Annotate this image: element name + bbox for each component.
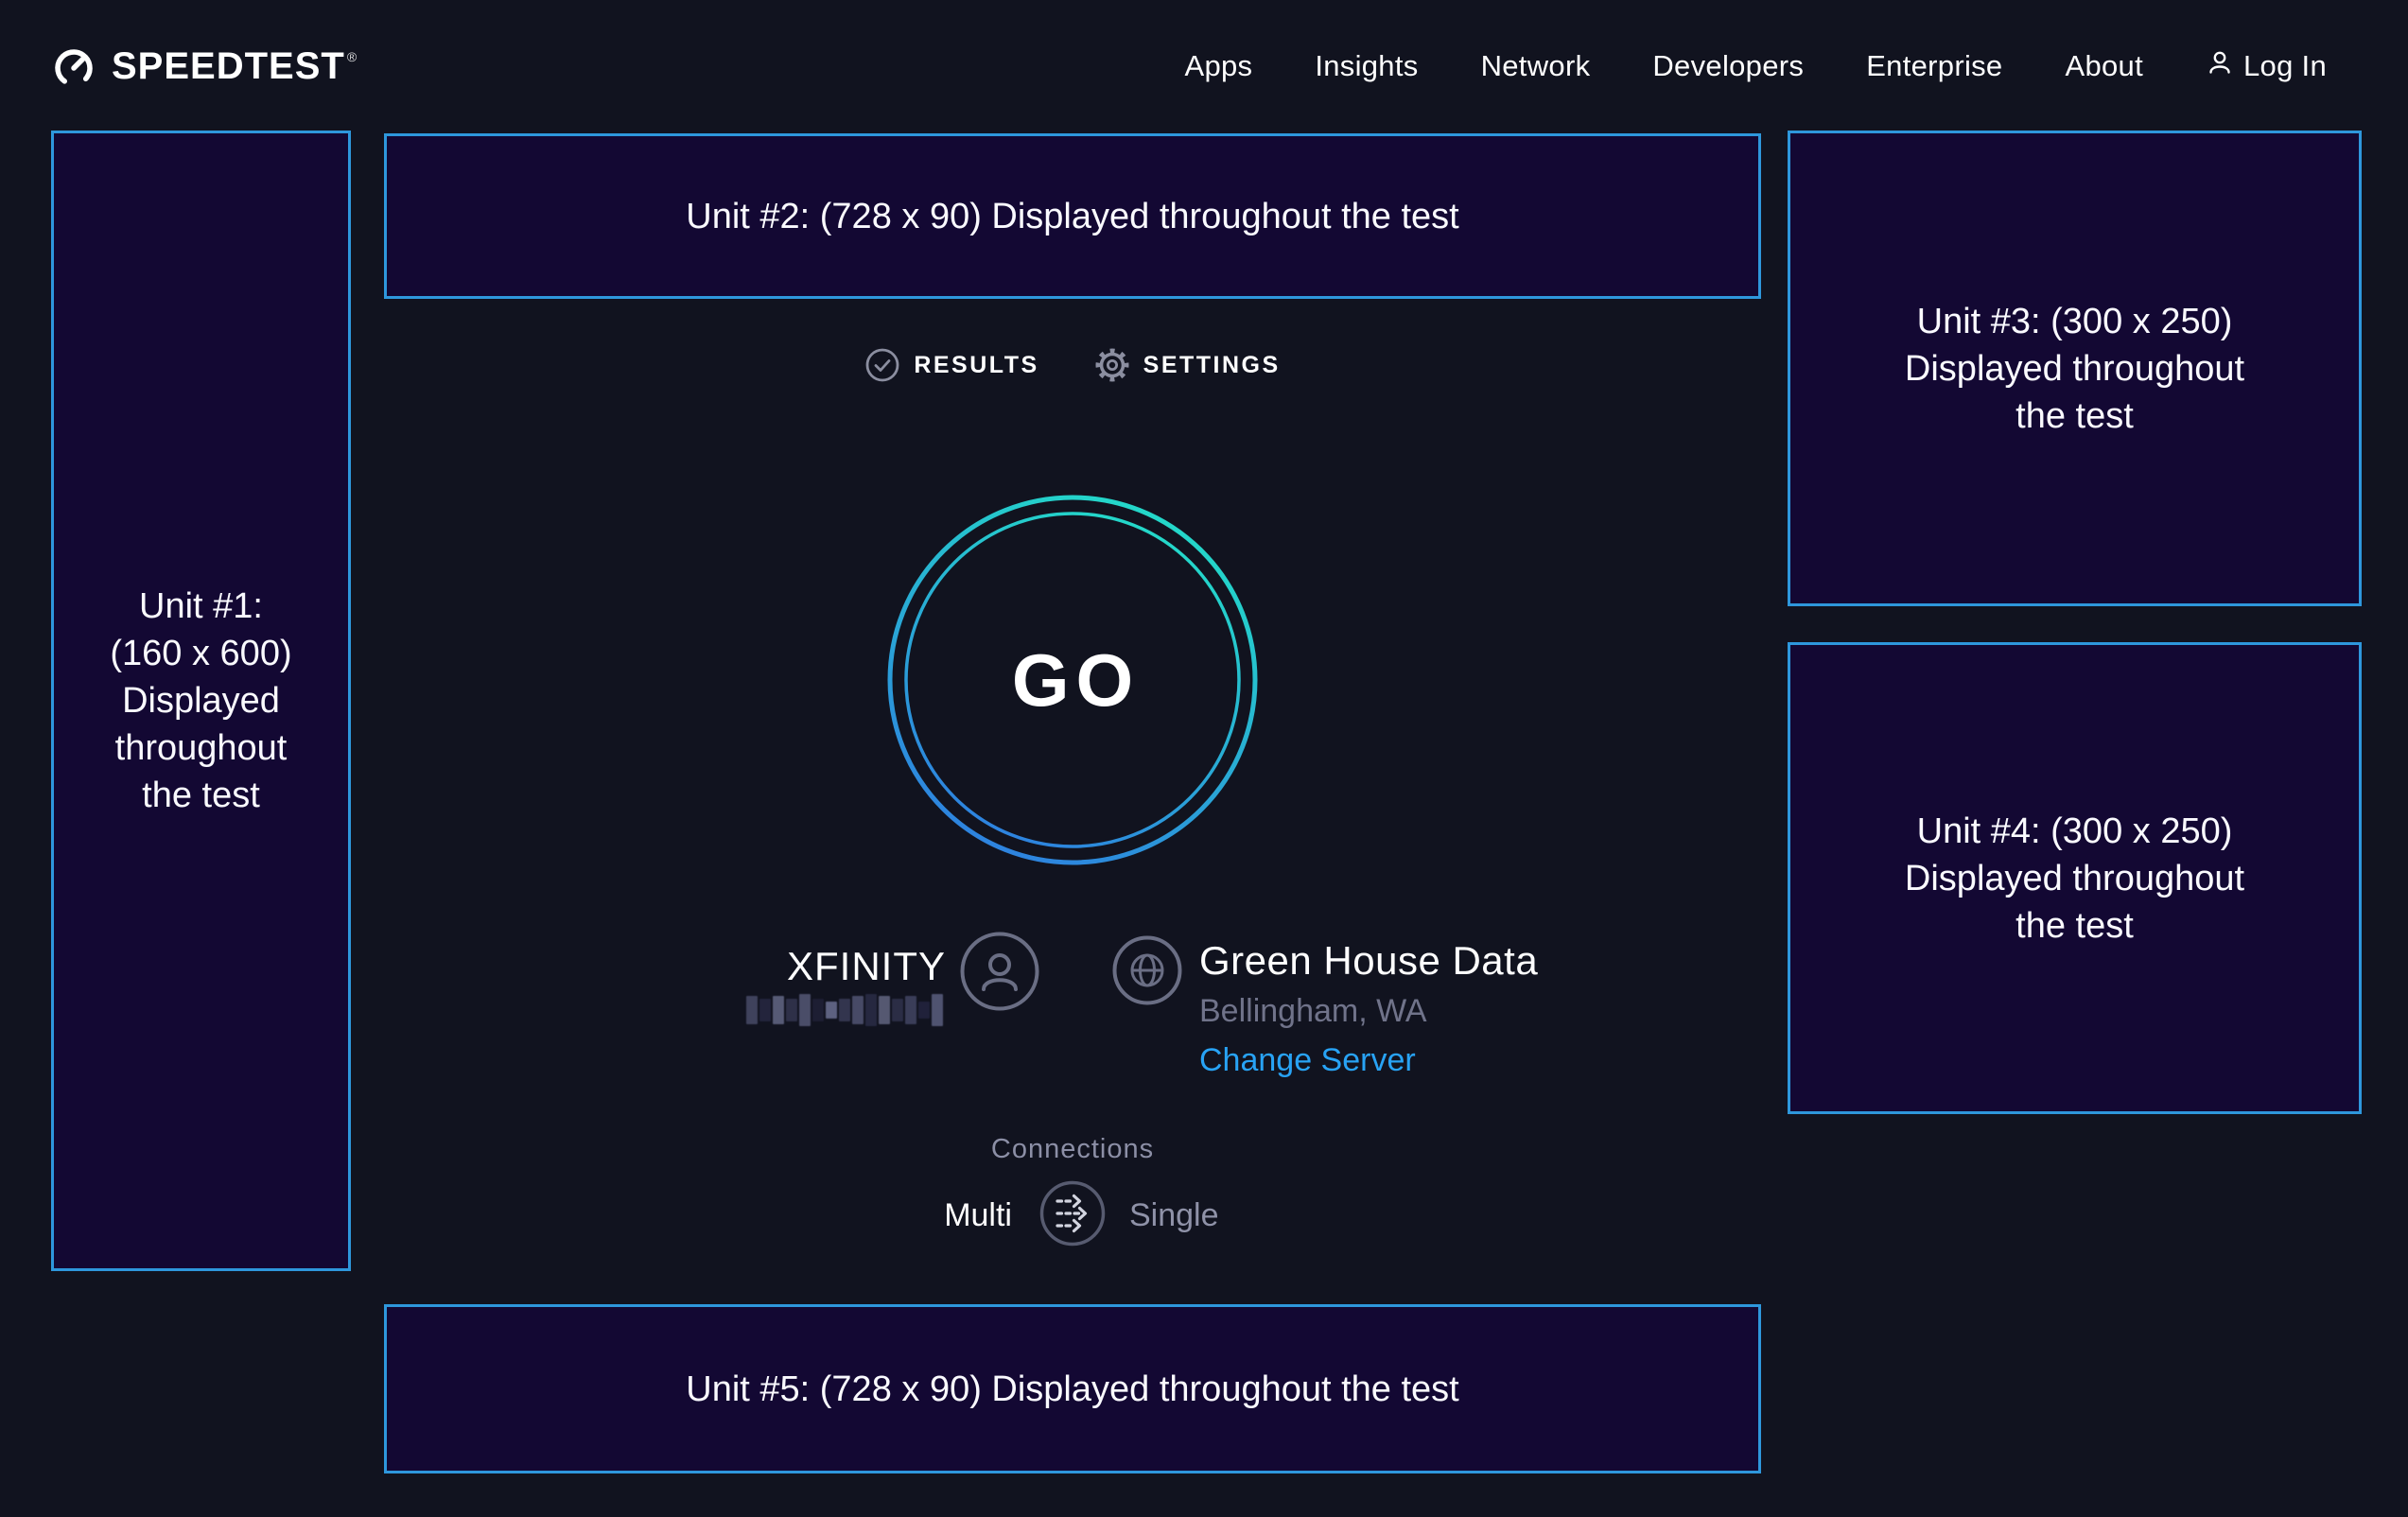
trademark-symbol: ® (347, 49, 358, 64)
user-icon (2206, 48, 2234, 84)
change-server-link[interactable]: Change Server (1199, 1042, 1416, 1079)
isp-name: XFINITY (662, 944, 946, 989)
ad-unit-1-text: Unit #1: (160 x 600) Displayed throughou… (54, 133, 348, 1268)
go-button[interactable]: GO (883, 491, 1262, 869)
settings-gear-icon (1094, 347, 1130, 383)
speedtest-gauge-icon (51, 44, 96, 89)
ad-unit-4: Unit #4: (300 x 250) Displayed throughou… (1788, 642, 2362, 1114)
logo[interactable]: SPEEDTEST® (51, 44, 358, 89)
ad-unit-2: Unit #2: (728 x 90) Displayed throughout… (384, 133, 1761, 299)
ad-unit-3-text: Unit #3: (300 x 250) Displayed throughou… (1790, 133, 2359, 603)
brand-wordmark: SPEEDTEST® (112, 45, 358, 88)
tab-settings[interactable]: SETTINGS (1094, 347, 1281, 383)
nav-item-apps[interactable]: Apps (1184, 49, 1252, 83)
ad-unit-5-text: Unit #5: (728 x 90) Displayed throughout… (387, 1307, 1758, 1471)
speedtest-page: SPEEDTEST® Apps Insights Network Develop… (0, 0, 2408, 1517)
isp-user-icon (960, 932, 1039, 1016)
go-label: GO (883, 491, 1262, 869)
tabs-bar: RESULTS SETTINGS (384, 339, 1761, 392)
ad-unit-2-text: Unit #2: (728 x 90) Displayed throughout… (387, 136, 1758, 296)
main-nav: Apps Insights Network Developers Enterpr… (1184, 48, 2327, 84)
nav-item-developers[interactable]: Developers (1652, 49, 1804, 83)
connection-mode-multi[interactable]: Multi (823, 1197, 1012, 1234)
isp-detail-redacted (741, 994, 943, 1026)
tab-results[interactable]: RESULTS (864, 347, 1038, 383)
top-nav: SPEEDTEST® Apps Insights Network Develop… (0, 0, 2408, 132)
results-check-icon (864, 347, 900, 383)
ad-unit-1: Unit #1: (160 x 600) Displayed throughou… (51, 131, 351, 1271)
server-location: Bellingham, WA (1199, 993, 1427, 1030)
connection-mode-single[interactable]: Single (1129, 1197, 1219, 1234)
ad-unit-5: Unit #5: (728 x 90) Displayed throughout… (384, 1304, 1761, 1473)
nav-item-enterprise[interactable]: Enterprise (1866, 49, 2002, 83)
login-button[interactable]: Log In (2206, 48, 2327, 84)
ad-unit-4-text: Unit #4: (300 x 250) Displayed throughou… (1790, 645, 2359, 1111)
nav-item-network[interactable]: Network (1481, 49, 1591, 83)
nav-item-about[interactable]: About (2065, 49, 2143, 83)
server-name: Green House Data (1199, 938, 1538, 984)
connections-label: Connections (384, 1134, 1761, 1165)
connections-toggle-icon[interactable] (1038, 1179, 1107, 1247)
server-globe-icon (1112, 935, 1182, 1010)
ad-unit-3: Unit #3: (300 x 250) Displayed throughou… (1788, 131, 2362, 606)
nav-item-insights[interactable]: Insights (1315, 49, 1418, 83)
